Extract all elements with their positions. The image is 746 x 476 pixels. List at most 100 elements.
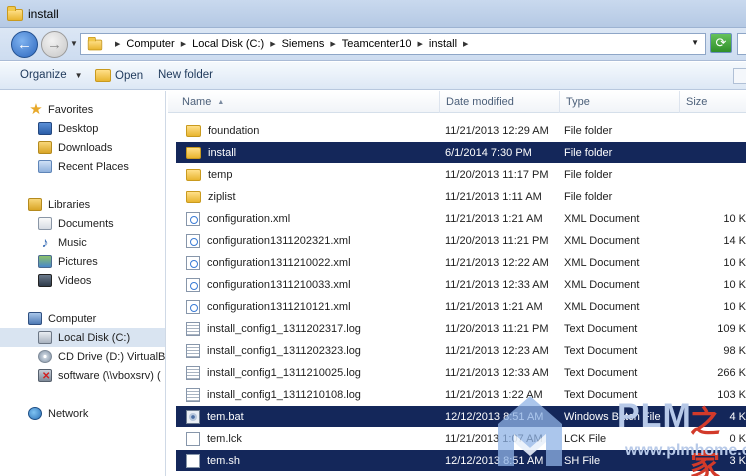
nav-item-videos[interactable]: Videos [0,271,165,290]
file-row[interactable]: configuration1311210022.xml 11/21/2013 12… [176,252,746,273]
file-row[interactable]: tem.bat 12/12/2013 8:51 AM Windows Batch F… [176,406,746,427]
file-row[interactable]: configuration1311210033.xml 11/21/2013 12… [176,274,746,295]
file-row[interactable]: install_config1_1311210025.log 11/21/2013… [176,362,746,383]
file-name: tem.bat [207,410,244,423]
file-row[interactable]: install 6/1/2014 7:30 PM File folder [176,142,746,163]
column-header-size[interactable]: Size [680,91,746,113]
disconnected-network-drive-icon [38,369,52,382]
search-input[interactable] [737,33,746,55]
file-icon [186,431,200,446]
chevron-right-icon[interactable]: ▶ [115,40,120,48]
file-size-cell: 0 K [729,432,746,445]
network-icon [28,407,42,420]
chevron-right-icon[interactable]: ▶ [270,40,275,48]
file-row[interactable]: tem.sh 12/12/2013 8:51 AM SH File 3 K [176,450,746,471]
nav-item-recent-places[interactable]: Recent Places [0,157,165,176]
column-header-name[interactable]: Name ▲ [176,91,440,113]
new-folder-label: New folder [158,69,213,81]
text-file-icon [186,387,200,402]
file-row[interactable]: configuration.xml 11/21/2013 1:21 AM XML D… [176,208,746,229]
folder-icon [186,146,201,159]
chevron-right-icon[interactable]: ▶ [181,40,186,48]
breadcrumb-install[interactable]: install [429,38,457,50]
forward-button[interactable]: → [41,31,68,58]
computer-icon [28,312,42,325]
folder-icon [186,124,201,137]
file-row[interactable]: temp 11/20/2013 11:17 PM File folder [176,164,746,185]
nav-item-cd-drive[interactable]: CD Drive (D:) VirtualBo [0,347,165,366]
file-date-cell: 11/21/2013 12:33 AM [445,366,549,379]
nav-item-documents[interactable]: Documents [0,214,165,233]
refresh-button[interactable]: ⟳ [710,33,732,53]
nav-item-music[interactable]: ♪ Music [0,233,165,252]
breadcrumb-computer[interactable]: Computer [126,38,174,50]
file-date-cell: 11/21/2013 1:11 AM [445,190,542,203]
file-type-cell: XML Document [564,278,640,291]
file-type-cell: XML Document [564,212,640,225]
folder-icon [186,168,201,181]
file-name-cell: ziplist [186,186,441,207]
xml-file-icon [186,233,200,248]
new-folder-button[interactable]: New folder [158,69,213,81]
file-date-cell: 11/21/2013 1:07 AM [445,432,543,445]
recent-places-icon [38,160,52,173]
file-type-cell: XML Document [564,234,640,247]
chevron-right-icon[interactable]: ▶ [463,40,468,48]
nav-libraries[interactable]: Libraries [0,195,165,214]
nav-item-pictures[interactable]: Pictures [0,252,165,271]
file-size-cell [686,142,746,163]
file-row[interactable]: install_config1_1311202317.log 11/20/2013… [176,318,746,339]
xml-file-icon [186,299,200,314]
file-date-cell: 11/20/2013 11:21 PM [445,234,549,247]
nav-label: Local Disk (C:) [58,331,131,344]
nav-label: Downloads [58,141,113,154]
nav-network[interactable]: Network [0,404,165,423]
column-header-row: Name ▲ Date modified Type Size [168,91,746,113]
file-size-cell: 98 K [723,344,746,357]
file-name: temp [208,168,233,181]
nav-item-desktop[interactable]: Desktop [0,119,165,138]
file-date-cell: 11/21/2013 1:21 AM [445,212,543,225]
view-options-button[interactable] [733,68,746,84]
navigation-pane: ★ Favorites Desktop Downloads Recent Pla… [0,91,166,476]
file-row[interactable]: ziplist 11/21/2013 1:11 AM File folder [176,186,746,207]
file-size-cell [686,186,746,207]
organize-button[interactable]: Organize ▼ [20,69,83,81]
file-row[interactable]: foundation 11/21/2013 12:29 AM File folder [176,120,746,141]
file-name-cell: tem.sh [186,450,441,471]
nav-computer[interactable]: Computer [0,309,165,328]
column-header-date[interactable]: Date modified [440,91,560,113]
file-row[interactable]: install_config1_1311210108.log 11/21/2013… [176,384,746,405]
file-size-cell [686,120,746,141]
chevron-right-icon[interactable]: ▶ [418,40,423,48]
nav-item-software-share[interactable]: software (\\vboxsrv) ( [0,366,165,385]
star-icon: ★ [29,101,43,118]
column-header-type[interactable]: Type [560,91,680,113]
file-row[interactable]: configuration1311202321.xml 11/20/2013 11… [176,230,746,251]
breadcrumb-teamcenter10[interactable]: Teamcenter10 [342,38,412,50]
breadcrumb-local-disk[interactable]: Local Disk (C:) [192,38,264,50]
file-name-cell: foundation [186,120,441,141]
breadcrumb-siemens[interactable]: Siemens [282,38,325,50]
nav-favorites[interactable]: ★ Favorites [0,100,165,119]
documents-icon [38,217,52,230]
file-row[interactable]: install_config1_1311202323.log 11/21/2013… [176,340,746,361]
column-label: Date modified [446,96,514,108]
back-button[interactable]: ← [11,31,38,58]
navigation-bar: ← → ▼ ▶ Computer ▶ Local Disk (C:) ▶ Sie… [0,28,746,61]
file-name: foundation [208,124,260,137]
recent-pages-dropdown-icon[interactable]: ▼ [70,39,78,48]
chevron-right-icon[interactable]: ▶ [330,40,335,48]
file-row[interactable]: tem.lck 11/21/2013 1:07 AM LCK File 0 K [176,428,746,449]
open-button[interactable]: Open [95,69,143,82]
address-bar[interactable]: ▶ Computer ▶ Local Disk (C:) ▶ Siemens ▶… [80,33,706,55]
nav-item-local-disk[interactable]: Local Disk (C:) [0,328,165,347]
cd-drive-icon [38,350,52,363]
file-size-cell: 10 K [723,256,746,269]
address-dropdown-icon[interactable]: ▼ [691,38,699,47]
file-row[interactable]: configuration1311210121.xml 11/21/2013 1:… [176,296,746,317]
file-name: install_config1_1311202317.log [207,322,361,335]
file-name: ziplist [208,190,236,203]
column-label: Name [182,96,212,108]
nav-item-downloads[interactable]: Downloads [0,138,165,157]
